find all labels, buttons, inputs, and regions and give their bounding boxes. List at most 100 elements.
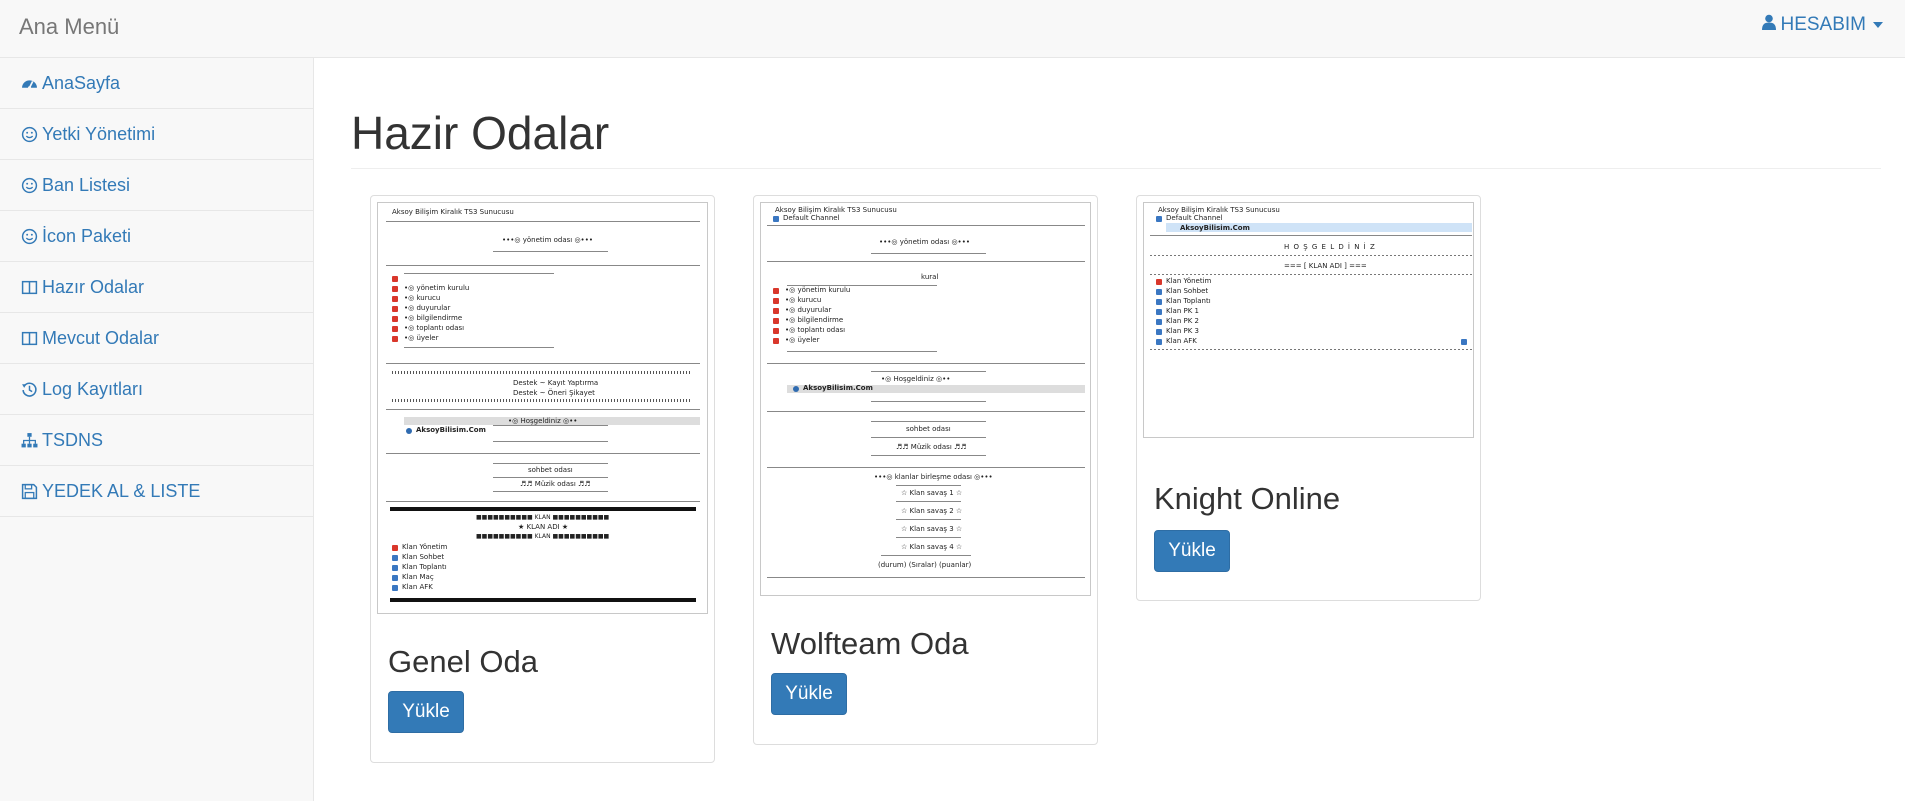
preview-line: Klan PK 2 bbox=[1166, 317, 1199, 325]
dashboard-icon bbox=[19, 73, 39, 93]
sidebar-item-anasayfa[interactable]: AnaSayfa bbox=[0, 58, 313, 109]
preview-line: ☆ Klan savaş 2 ☆ bbox=[901, 507, 963, 515]
sidebar-item-yedek[interactable]: YEDEK AL & LISTE bbox=[0, 466, 313, 517]
preview-header: Aksoy Bilişim Kiralık TS3 Sunucusu bbox=[775, 206, 897, 214]
preview-line: AksoyBilisim.Com bbox=[416, 426, 486, 434]
account-label: HESABIM bbox=[1780, 14, 1866, 35]
card-title: Knight Online bbox=[1154, 481, 1341, 516]
preview-line: •◎ kurucu bbox=[404, 294, 441, 302]
sidebar-item-icon-paketi[interactable]: İcon Paketi bbox=[0, 211, 313, 262]
preview-line: Klan Sohbet bbox=[1166, 287, 1209, 295]
columns-icon bbox=[19, 277, 39, 297]
preview-line: Klan PK 1 bbox=[1166, 307, 1199, 315]
preview-line: •◎ toplantı odası bbox=[785, 326, 846, 334]
preview-line: kural bbox=[921, 273, 939, 281]
sidebar-item-label: Yetki Yönetimi bbox=[42, 123, 156, 144]
preview-line: ☆ Klan savaş 3 ☆ bbox=[901, 525, 963, 533]
preview-channel: Default Channel bbox=[1166, 214, 1223, 222]
preview-line: Klan Yönetim bbox=[1166, 277, 1212, 285]
preview-line: •◎ bilgilendirme bbox=[404, 314, 463, 322]
smile-icon bbox=[19, 226, 39, 246]
sidebar: AnaSayfa Yetki Yönetimi Ban Listesi İcon… bbox=[0, 58, 314, 801]
room-card-genel: Aksoy Bilişim Kiralık TS3 Sunucusu •••◎ … bbox=[370, 195, 715, 763]
sidebar-item-ban-listesi[interactable]: Ban Listesi bbox=[0, 160, 313, 211]
room-card-wolfteam: Aksoy Bilişim Kiralık TS3 Sunucusu Defau… bbox=[753, 195, 1098, 745]
account-menu[interactable]: HESABIM bbox=[1762, 14, 1883, 36]
preview-line: ☆ Klan savaş 4 ☆ bbox=[901, 543, 963, 551]
preview-line: Destek ~ Öneri Şikayet bbox=[513, 389, 595, 397]
preview-line: Klan AFK bbox=[402, 583, 433, 591]
history-icon bbox=[19, 379, 39, 399]
sidebar-item-yetki[interactable]: Yetki Yönetimi bbox=[0, 109, 313, 160]
preview-line: •◎ üyeler bbox=[404, 334, 439, 342]
preview-header: Aksoy Bilişim Kiralık TS3 Sunucusu bbox=[392, 208, 514, 216]
preview-line: sohbet odası bbox=[528, 466, 573, 474]
preview-line: Klan Maç bbox=[402, 573, 434, 581]
preview-line: Klan Toplantı bbox=[1166, 297, 1211, 305]
columns-icon bbox=[19, 328, 39, 348]
preview-line: •◎ yönetim kurulu bbox=[785, 286, 851, 294]
load-button[interactable]: Yükle bbox=[388, 691, 464, 733]
sidebar-item-label: Ban Listesi bbox=[42, 174, 131, 195]
sidebar-item-label: AnaSayfa bbox=[42, 72, 121, 93]
preview-line: •••◎ yönetim odası ◎••• bbox=[879, 238, 970, 246]
sidebar-item-label: İcon Paketi bbox=[42, 225, 132, 246]
preview-line: •◎ Hoşgeldiniz ◎•• bbox=[508, 417, 578, 425]
save-icon bbox=[19, 481, 39, 501]
room-preview-image: Aksoy Bilişim Kiralık TS3 Sunucusu •••◎ … bbox=[377, 202, 708, 614]
sidebar-item-tsdns[interactable]: TSDNS bbox=[0, 415, 313, 466]
sidebar-item-mevcut-odalar[interactable]: Mevcut Odalar bbox=[0, 313, 313, 364]
sidebar-item-label: YEDEK AL & LISTE bbox=[42, 480, 201, 501]
preview-line: sohbet odası bbox=[906, 425, 951, 433]
preview-line: •◎ toplantı odası bbox=[404, 324, 465, 332]
smile-icon bbox=[19, 124, 39, 144]
preview-header: Aksoy Bilişim Kiralık TS3 Sunucusu bbox=[1158, 206, 1280, 214]
smile-icon bbox=[19, 175, 39, 195]
preview-line: •••◎ yönetim odası ◎••• bbox=[502, 236, 593, 244]
sitemap-icon bbox=[19, 430, 39, 450]
caret-down-icon bbox=[1873, 22, 1883, 28]
room-preview-image: Aksoy Bilişim Kiralık TS3 Sunucusu Defau… bbox=[760, 202, 1091, 596]
preview-line: •••◎ klanlar birleşme odası ◎••• bbox=[874, 473, 993, 481]
load-button[interactable]: Yükle bbox=[771, 673, 847, 715]
sidebar-item-label: Log Kayıtları bbox=[42, 378, 144, 399]
sidebar-item-hazir-odalar[interactable]: Hazır Odalar bbox=[0, 262, 313, 313]
card-title: Genel Oda bbox=[388, 644, 538, 679]
preview-channel: Default Channel bbox=[783, 214, 840, 222]
preview-line: (durum) (Sıralar) (puanlar) bbox=[878, 561, 972, 569]
preview-line: ■■■■■■■■■■ KLAN ■■■■■■■■■■ bbox=[476, 514, 610, 521]
preview-line: === [ KLAN ADI ] === bbox=[1284, 262, 1367, 270]
top-navbar: Ana Menü HESABIM bbox=[0, 0, 1905, 58]
card-title: Wolfteam Oda bbox=[771, 626, 969, 661]
preview-line: •◎ duyurular bbox=[785, 306, 832, 314]
preview-line: ♬♬ Müzik odası ♬♬ bbox=[520, 480, 591, 488]
preview-line: •◎ duyurular bbox=[404, 304, 451, 312]
navbar-brand[interactable]: Ana Menü bbox=[19, 14, 119, 40]
preview-line: H O Ş G E L D İ N İ Z bbox=[1284, 243, 1376, 251]
page-title: Hazir Odalar bbox=[351, 107, 610, 159]
preview-line: ☆ Klan savaş 1 ☆ bbox=[901, 489, 963, 497]
preview-line: ★ KLAN ADI ★ bbox=[518, 523, 569, 531]
preview-line: •◎ yönetim kurulu bbox=[404, 284, 470, 292]
preview-line: Klan PK 3 bbox=[1166, 327, 1199, 335]
sidebar-item-log-kayitlari[interactable]: Log Kayıtları bbox=[0, 364, 313, 415]
preview-server: AksoyBilisim.Com bbox=[1180, 224, 1250, 232]
preview-line: •◎ üyeler bbox=[785, 336, 820, 344]
preview-line: •◎ kurucu bbox=[785, 296, 822, 304]
title-divider bbox=[351, 168, 1881, 169]
preview-line: •◎ Hoşgeldiniz ◎•• bbox=[881, 375, 951, 383]
preview-line: Klan AFK bbox=[1166, 337, 1197, 345]
user-icon bbox=[1762, 14, 1777, 36]
preview-line: Klan Toplantı bbox=[402, 563, 447, 571]
preview-line: AksoyBilisim.Com bbox=[803, 384, 873, 392]
room-card-knight-online: Aksoy Bilişim Kiralık TS3 Sunucusu Defau… bbox=[1136, 195, 1481, 601]
preview-line: Klan Sohbet bbox=[402, 553, 445, 561]
preview-line: ■■■■■■■■■■ KLAN ■■■■■■■■■■ bbox=[476, 533, 610, 540]
preview-line: •◎ bilgilendirme bbox=[785, 316, 844, 324]
load-button[interactable]: Yükle bbox=[1154, 530, 1230, 572]
preview-line: ♬♬ Müzik odası ♬♬ bbox=[896, 443, 967, 451]
sidebar-item-label: TSDNS bbox=[42, 429, 104, 450]
preview-line: Klan Yönetim bbox=[402, 543, 448, 551]
preview-line: Destek ~ Kayıt Yaptırma bbox=[513, 379, 599, 387]
room-preview-image: Aksoy Bilişim Kiralık TS3 Sunucusu Defau… bbox=[1143, 202, 1474, 438]
